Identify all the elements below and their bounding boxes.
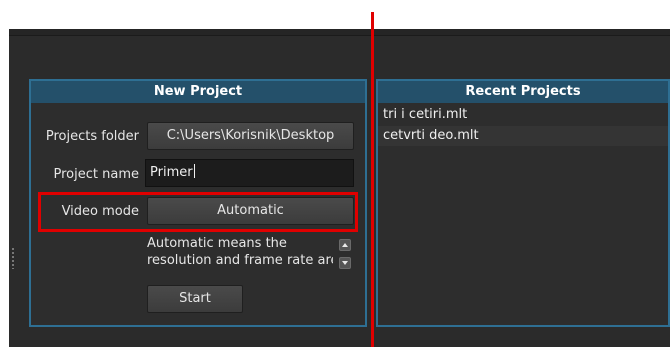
projects-folder-label: Projects folder — [45, 129, 139, 144]
video-mode-help: Automatic means the resolution and frame… — [147, 235, 333, 271]
text-caret — [193, 164, 195, 178]
app-window: New Project Projects folder C:\Users\Kor… — [9, 29, 670, 347]
projects-folder-button[interactable]: C:\Users\Korisnik\Desktop — [147, 122, 354, 150]
new-project-header: New Project — [31, 81, 365, 103]
project-name-label: Project name — [53, 167, 139, 182]
project-name-value: Primer — [150, 165, 193, 180]
recent-project-item[interactable]: cetvrti deo.mlt — [378, 126, 668, 146]
scroll-up-icon[interactable] — [339, 239, 351, 251]
scroll-down-icon[interactable] — [339, 257, 351, 269]
video-mode-label: Video mode — [61, 204, 139, 219]
recent-projects-panel: Recent Projects tri i cetiri.mlt cetvrti… — [376, 79, 670, 327]
splitter-grip-icon[interactable] — [12, 247, 14, 269]
help-line-1: Automatic means the — [147, 236, 287, 251]
help-line-2: resolution and frame rate are — [147, 253, 333, 268]
recent-project-item[interactable]: tri i cetiri.mlt — [378, 105, 668, 125]
annotation-divider-line — [371, 12, 374, 347]
toolbar-strip — [9, 29, 670, 36]
new-project-panel: New Project Projects folder C:\Users\Kor… — [29, 79, 367, 327]
video-mode-button[interactable]: Automatic — [147, 197, 354, 225]
project-name-input[interactable]: Primer — [145, 159, 354, 187]
recent-projects-header: Recent Projects — [378, 81, 668, 103]
start-button[interactable]: Start — [147, 285, 243, 313]
